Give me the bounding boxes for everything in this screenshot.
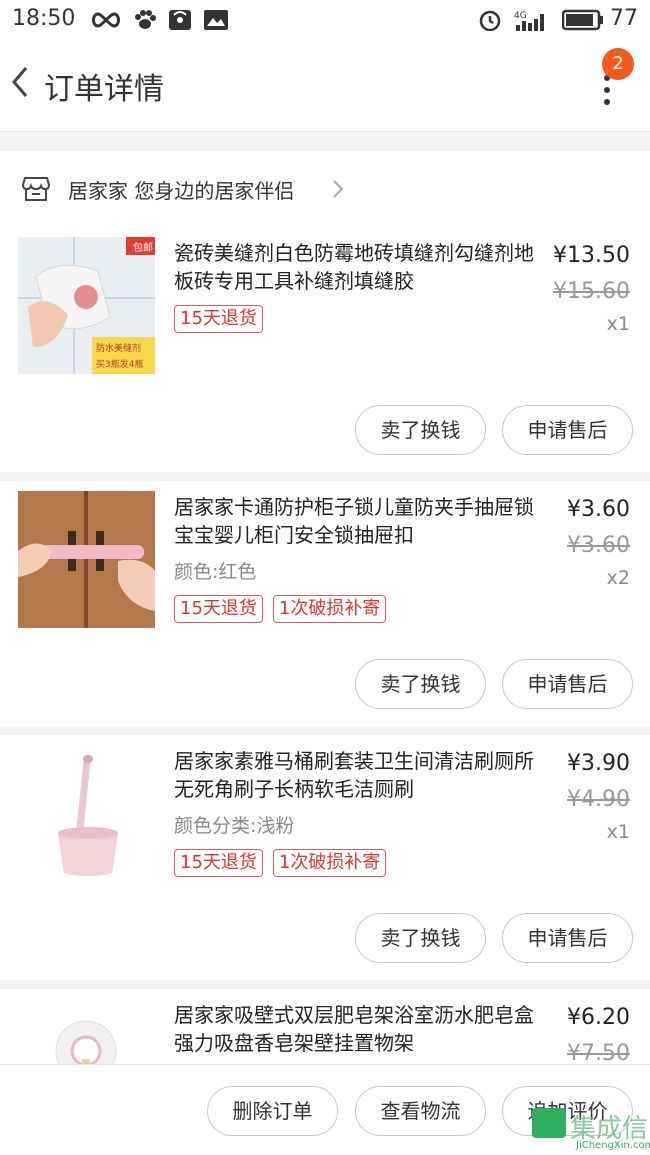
return-tag: 15天退货 (174, 305, 263, 333)
svg-text:4G: 4G (514, 11, 527, 21)
service-tags: 15天退货 1次破损补寄 (174, 595, 387, 623)
sell-button[interactable]: 卖了换钱 (355, 913, 486, 963)
chevron-right-icon (333, 180, 344, 198)
sell-button[interactable]: 卖了换钱 (355, 405, 486, 455)
original-price: ¥3.60 (567, 533, 630, 558)
order-item[interactable]: 居家家卡通防护柜子锁儿童防夹手抽屉锁宝宝婴儿柜门安全锁抽屉扣 颜色:红色 15天… (0, 481, 650, 726)
after-sales-button[interactable]: 申请售后 (502, 913, 633, 963)
product-thumbnail[interactable] (18, 745, 155, 882)
quantity: x1 (606, 313, 630, 335)
signal-4g-icon: 4G (514, 11, 544, 31)
order-item[interactable]: 居家家素雅马桶刷套装卫生间清洁刷厕所无死角刷子长柄软毛洁厕刷 颜色分类:浅粉 1… (0, 735, 650, 980)
original-price: ¥4.90 (567, 787, 630, 812)
service-tags: 15天退货 (174, 305, 263, 333)
page-title: 订单详情 (44, 72, 164, 107)
product-spec: 颜色:红色 (174, 561, 257, 583)
sell-button[interactable]: 卖了换钱 (355, 659, 486, 709)
order-item[interactable]: 包邮 防水美缝剂 买3瓶发4瓶 瓷砖美缝剂白色防霉地砖填缝剂勾缝剂地板砖专用工具… (0, 227, 650, 472)
battery-level: 77 (610, 6, 638, 31)
status-time: 18:50 (12, 6, 76, 31)
shop-icon (22, 177, 50, 201)
return-tag: 15天退货 (174, 849, 263, 877)
damage-reship-tag: 1次破损补寄 (272, 595, 387, 623)
return-tag: 15天退货 (174, 595, 263, 623)
quantity: x2 (606, 567, 630, 589)
free-shipping-badge: 包邮 (133, 243, 153, 254)
watermark: 集成信 JiChengXin.com (532, 1108, 650, 1153)
delete-order-button[interactable]: 删除订单 (207, 1086, 338, 1136)
product-thumbnail[interactable] (18, 999, 155, 1069)
product-spec: 颜色分类:浅粉 (174, 815, 295, 837)
infinity-icon (92, 12, 120, 28)
view-logistics-button[interactable]: 查看物流 (355, 1086, 486, 1136)
original-price: ¥15.60 (553, 279, 630, 304)
order-item[interactable]: 居家家吸壁式双层肥皂架浴室沥水肥皂盒强力吸盘香皂架壁挂置物架 ¥6.20 ¥7.… (0, 989, 650, 1069)
cabinet-lock-product-image (18, 491, 155, 628)
notification-badge: 2 (602, 48, 634, 80)
image-message-icon (204, 10, 228, 30)
after-sales-button[interactable]: 申请售后 (502, 405, 633, 455)
damage-reship-tag: 1次破损补寄 (272, 849, 387, 877)
product-price: ¥3.60 (567, 497, 630, 522)
toilet-brush-product-image (18, 745, 155, 882)
product-title[interactable]: 居家家卡通防护柜子锁儿童防夹手抽屉锁宝宝婴儿柜门安全锁抽屉扣 (174, 493, 546, 549)
store-header[interactable]: 居家家 您身边的居家伴侣 (0, 151, 650, 227)
battery-icon (562, 9, 603, 31)
product-thumbnail[interactable] (18, 491, 155, 628)
soap-holder-product-image (18, 999, 155, 1069)
service-tags: 15天退货 1次破损补寄 (174, 849, 387, 877)
product-title[interactable]: 居家家素雅马桶刷套装卫生间清洁刷厕所无死角刷子长柄软毛洁厕刷 (174, 747, 546, 803)
store-name: 居家家 您身边的居家伴侣 (68, 179, 295, 203)
back-arrow-icon[interactable] (6, 62, 36, 102)
watermark-logo-icon (532, 1108, 566, 1138)
product-price: ¥13.50 (553, 243, 630, 268)
original-price: ¥7.50 (567, 1041, 630, 1066)
baidu-paw-icon (135, 10, 156, 29)
quantity: x1 (606, 821, 630, 843)
top-nav: 订单详情 2 (0, 40, 650, 132)
product-thumbnail[interactable]: 包邮 防水美缝剂 买3瓶发4瓶 (18, 237, 155, 374)
product-title[interactable]: 瓷砖美缝剂白色防霉地砖填缝剂勾缝剂地板砖专用工具补缝剂填缝胶 (174, 239, 546, 295)
after-sales-button[interactable]: 申请售后 (502, 659, 633, 709)
product-price: ¥3.90 (567, 751, 630, 776)
alarm-clock-icon (479, 10, 501, 31)
status-bar: 18:50 4G 77 (0, 0, 650, 40)
product-title[interactable]: 居家家吸壁式双层肥皂架浴室沥水肥皂盒强力吸盘香皂架壁挂置物架 (174, 1001, 546, 1057)
thumb-caption: 防水美缝剂 (96, 344, 142, 354)
watermark-url: JiChengXin.com (576, 1140, 650, 1151)
hotspot-icon (169, 10, 191, 30)
thumb-caption: 买3瓶发4瓶 (96, 360, 144, 370)
product-price: ¥6.20 (567, 1005, 630, 1030)
